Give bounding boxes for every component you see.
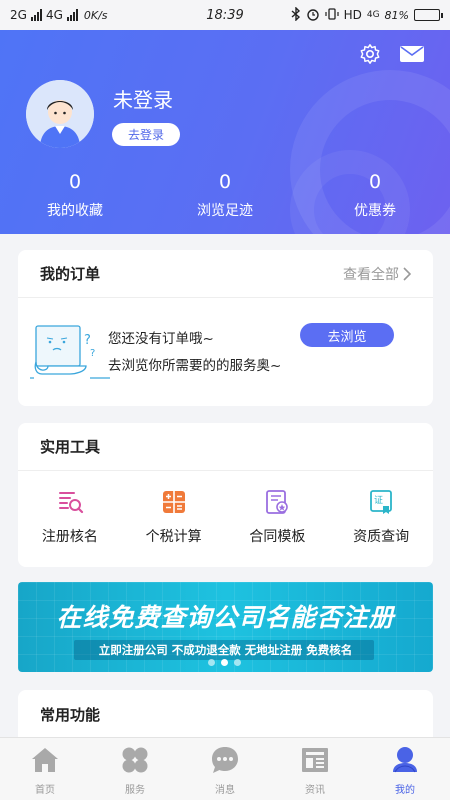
carousel-dot[interactable] xyxy=(234,659,241,666)
tool-label: 合同模板 xyxy=(249,529,306,545)
vibrate-icon xyxy=(324,7,339,24)
avatar[interactable] xyxy=(26,80,94,148)
battery-icon xyxy=(414,9,443,21)
settings-gear-icon[interactable] xyxy=(356,40,384,68)
battery-percent: 81% xyxy=(384,8,409,22)
tools-card: 实用工具 注册核名 个税计算 合同模板 证 资质查询 xyxy=(18,423,433,567)
tab-service[interactable]: 服务 xyxy=(90,738,180,800)
status-left: 2G 4G 0K/s xyxy=(10,8,108,22)
chevron-right-icon xyxy=(403,266,411,281)
stat-label: 我的收藏 xyxy=(47,203,103,219)
empty-orders-hint: 去浏览你所需要的的服务奥~ xyxy=(108,358,282,374)
tool-qualification-check[interactable]: 证 资质查询 xyxy=(329,488,433,546)
bottom-tab-bar: 首页 服务 消息 资讯 我的 xyxy=(0,737,450,800)
empty-orders-text: 您还没有订单哦~ xyxy=(108,331,214,347)
hd-indicator: HD xyxy=(343,8,362,22)
svg-text:?: ? xyxy=(84,333,91,348)
net-speed: 0K/s xyxy=(83,8,108,22)
username: 未登录 xyxy=(113,88,173,112)
calculator-icon xyxy=(160,488,188,516)
stat-label: 浏览足迹 xyxy=(197,203,253,219)
status-right: HD 4G 81% xyxy=(291,5,443,24)
tab-home[interactable]: 首页 xyxy=(0,738,90,800)
tab-label: 资讯 xyxy=(305,785,325,796)
view-all-label: 查看全部 xyxy=(343,266,399,283)
view-all-link[interactable]: 查看全部 xyxy=(343,264,411,284)
tab-label: 我的 xyxy=(395,785,415,796)
stat-label: 优惠券 xyxy=(354,203,396,219)
contract-icon xyxy=(263,488,291,516)
network-2g: 2G xyxy=(10,8,27,22)
stat-value: 0 xyxy=(368,171,382,193)
mail-icon[interactable] xyxy=(398,40,426,68)
stat-history[interactable]: 0 浏览足迹 xyxy=(150,170,300,220)
service-icon xyxy=(119,744,151,776)
profile-header: 未登录 去登录 0 我的收藏 0 浏览足迹 0 优惠券 xyxy=(0,30,450,234)
carousel-dot[interactable] xyxy=(208,659,215,666)
orders-card: 我的订单 查看全部 ? ? 您还没有订单哦~ 去浏览你所需要的的服务奥~ 去浏览 xyxy=(18,250,433,406)
orders-header: 我的订单 查看全部 xyxy=(18,250,433,298)
tool-tax-calc[interactable]: 个税计算 xyxy=(122,488,226,546)
stat-coupons[interactable]: 0 优惠券 xyxy=(300,170,450,220)
message-icon xyxy=(209,744,241,776)
tool-label: 注册核名 xyxy=(41,529,98,545)
status-bar: 2G 4G 0K/s 18:39 HD 4G 81% xyxy=(0,0,450,30)
tool-label: 资质查询 xyxy=(353,529,410,545)
banner-subline: 立即注册公司 不成功退全款 无地址注册 免费核名 xyxy=(98,643,353,657)
browse-button[interactable]: 去浏览 xyxy=(300,323,394,347)
bluetooth-icon xyxy=(291,5,301,24)
svg-text:证: 证 xyxy=(374,495,383,506)
empty-orders-illustration-icon: ? ? xyxy=(30,322,116,380)
tools-grid: 注册核名 个税计算 合同模板 证 资质查询 xyxy=(18,471,433,546)
banner-headline: 在线免费查询公司名能否注册 xyxy=(56,603,395,632)
stats-row: 0 我的收藏 0 浏览足迹 0 优惠券 xyxy=(0,170,450,220)
tool-label: 个税计算 xyxy=(145,529,202,545)
svg-text:?: ? xyxy=(90,348,95,359)
stat-value: 0 xyxy=(68,171,82,193)
tab-profile[interactable]: 我的 xyxy=(360,738,450,800)
tab-news[interactable]: 资讯 xyxy=(270,738,360,800)
login-button[interactable]: 去登录 xyxy=(112,123,180,146)
certificate-icon: 证 xyxy=(367,488,395,516)
news-icon xyxy=(299,744,331,776)
signal-icon xyxy=(66,9,78,21)
alarm-icon xyxy=(306,7,320,24)
stat-value: 0 xyxy=(218,171,232,193)
lte-indicator: 4G xyxy=(366,10,380,20)
signal-icon xyxy=(30,9,42,21)
orders-title: 我的订单 xyxy=(40,265,101,283)
stat-favorites[interactable]: 0 我的收藏 xyxy=(0,170,150,220)
common-title: 常用功能 xyxy=(40,705,101,724)
tab-messages[interactable]: 消息 xyxy=(180,738,270,800)
tab-label: 服务 xyxy=(125,785,145,796)
carousel-dots xyxy=(208,659,241,666)
profile-icon xyxy=(389,744,421,776)
tab-label: 消息 xyxy=(215,785,235,796)
tools-header: 实用工具 xyxy=(18,423,433,471)
network-4g: 4G xyxy=(45,8,63,22)
tool-contract-template[interactable]: 合同模板 xyxy=(226,488,330,546)
common-header: 常用功能 xyxy=(18,690,433,738)
home-icon xyxy=(29,744,61,776)
tool-name-check[interactable]: 注册核名 xyxy=(18,488,122,546)
carousel-dot-active[interactable] xyxy=(221,659,228,666)
tools-title: 实用工具 xyxy=(40,438,101,456)
tab-label: 首页 xyxy=(35,785,55,796)
name-search-icon xyxy=(56,488,84,516)
promo-banner[interactable]: 在线免费查询公司名能否注册 立即注册公司 不成功退全款 无地址注册 免费核名 xyxy=(18,582,433,672)
